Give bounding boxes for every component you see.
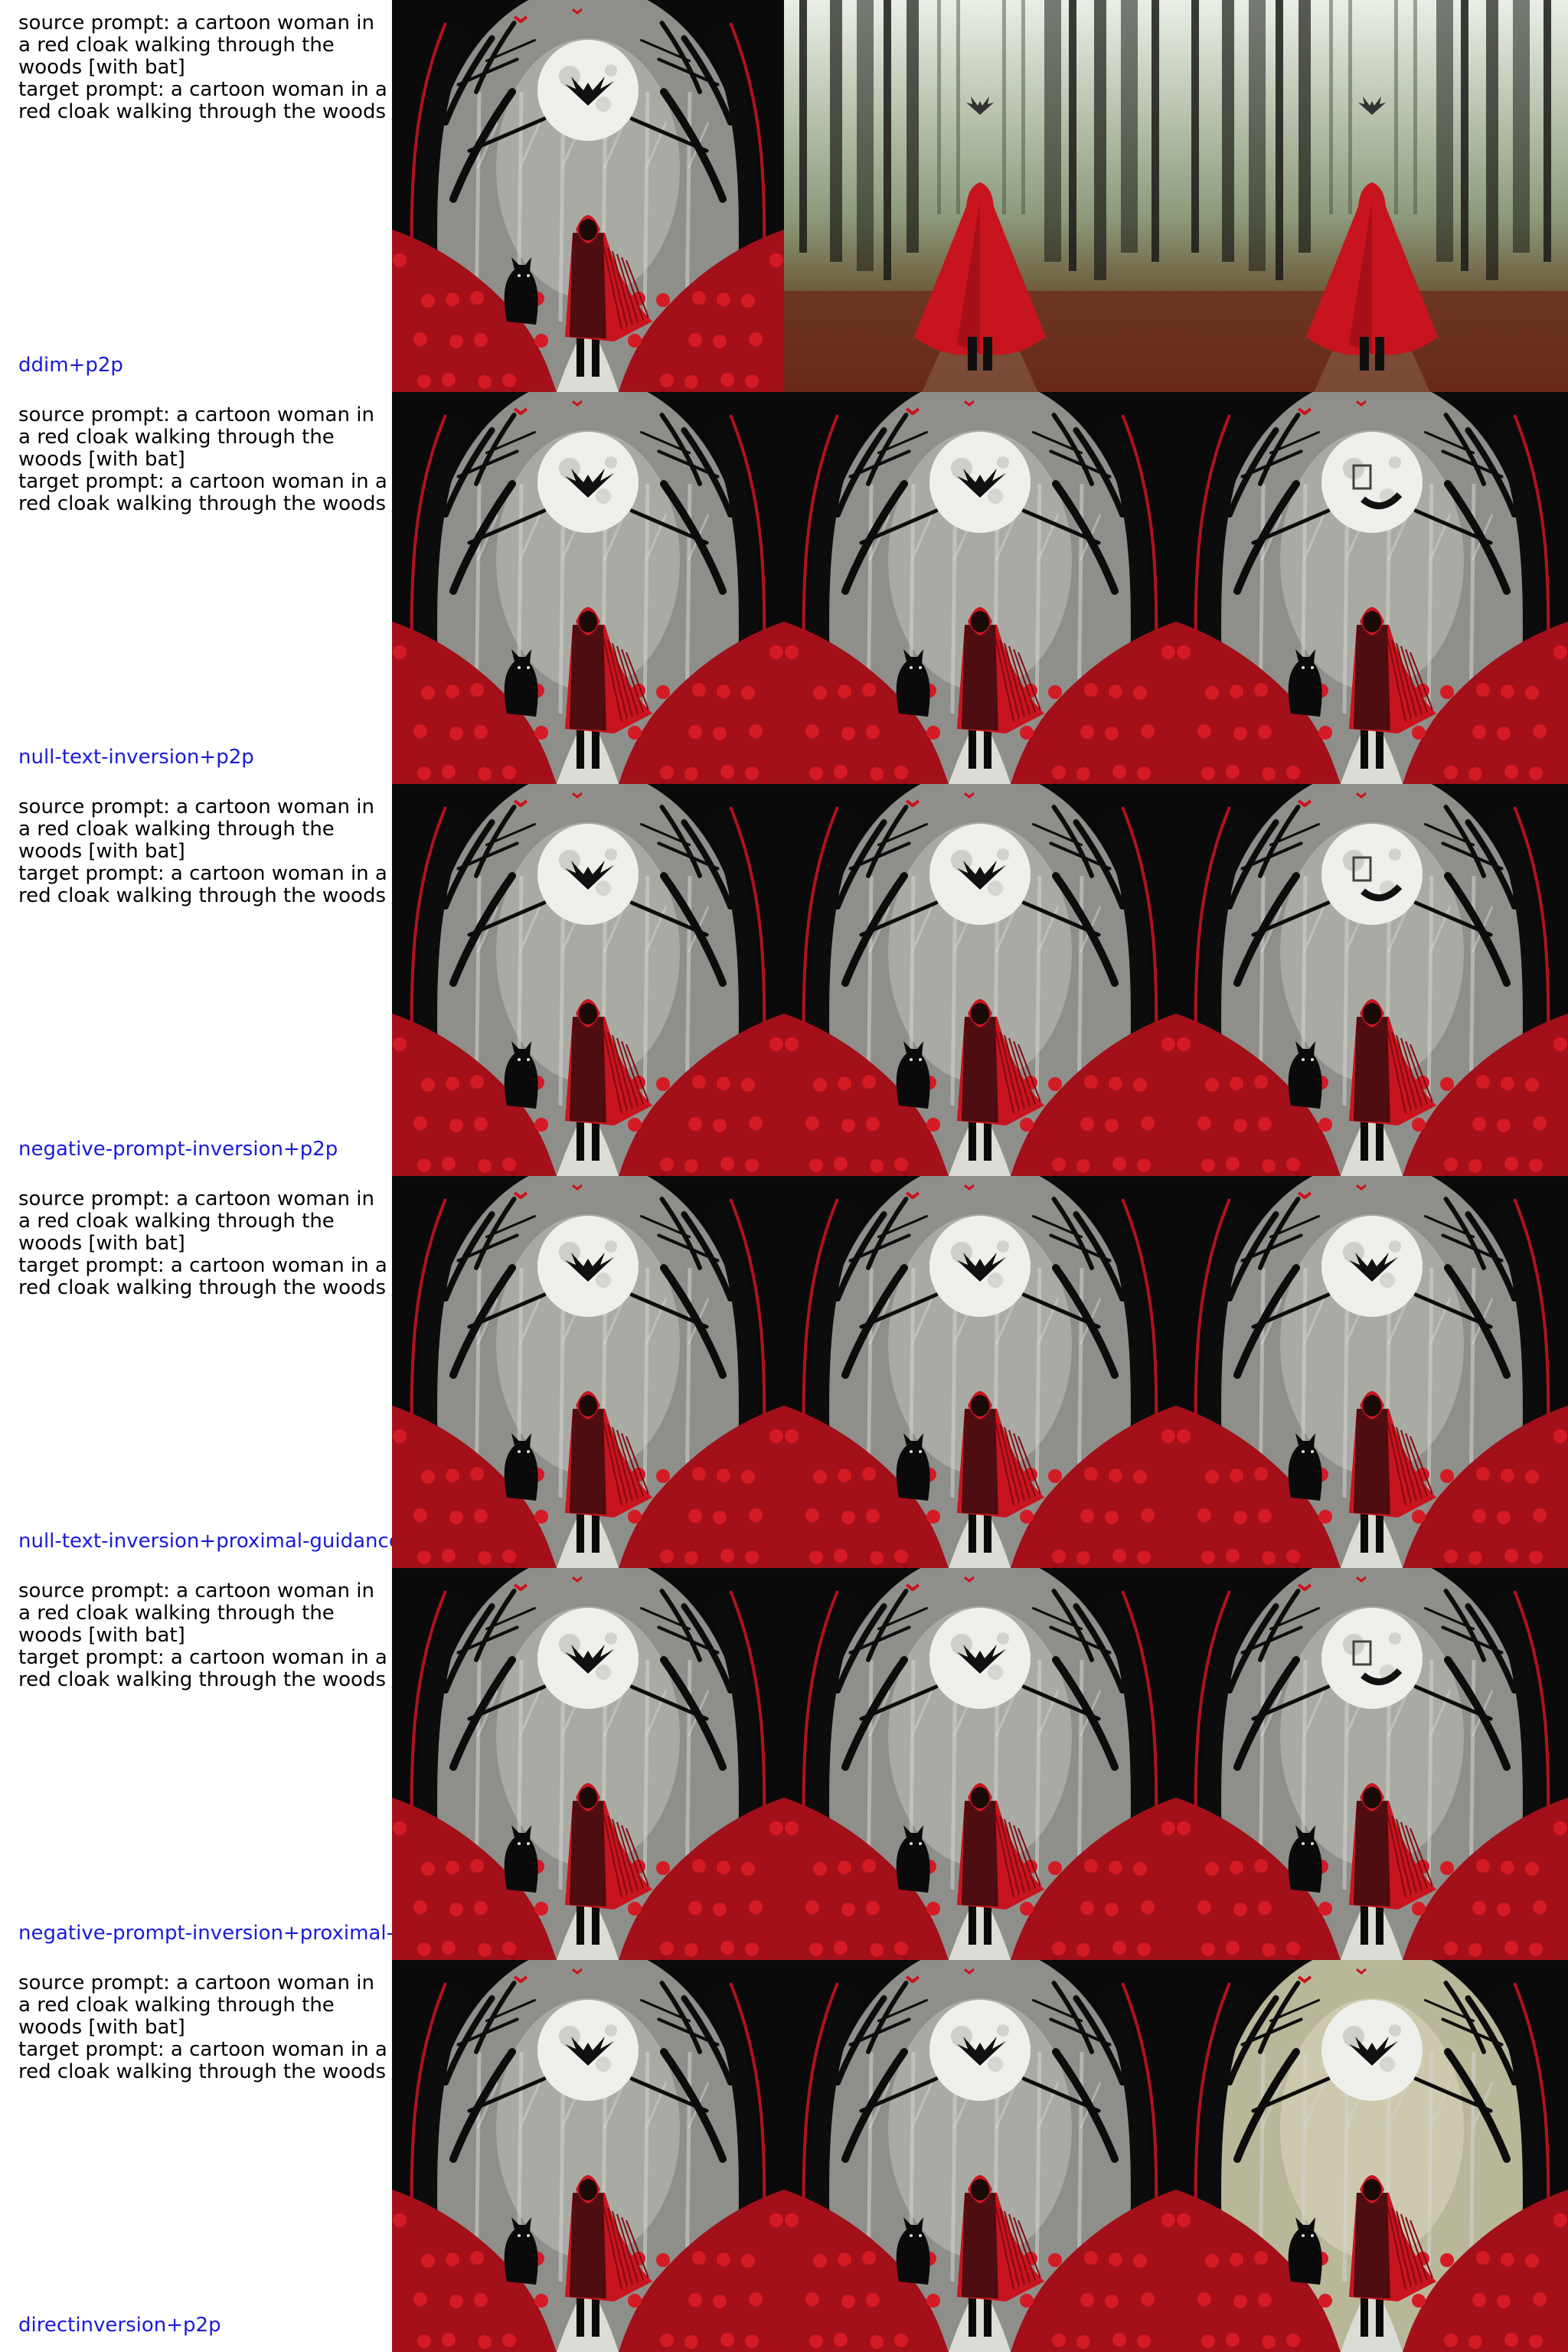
target-prompt: target prompt: a cartoon woman in a red … (18, 78, 394, 123)
comparison-row: source prompt: a cartoon woman in a red … (0, 1960, 1568, 2352)
row-label-column: source prompt: a cartoon woman in a red … (0, 784, 392, 1176)
edited-image (1176, 1960, 1568, 2352)
edited-image (1176, 1176, 1568, 1568)
row-label-column: source prompt: a cartoon woman in a red … (0, 392, 392, 784)
reconstructed-image (784, 0, 1176, 392)
target-prompt: target prompt: a cartoon woman in a red … (18, 1254, 394, 1299)
source-image (392, 0, 784, 392)
comparison-grid: source prompt: a cartoon woman in a red … (0, 0, 1568, 2352)
target-prompt: target prompt: a cartoon woman in a red … (18, 1646, 394, 1691)
edited-image (1176, 0, 1568, 392)
reconstructed-image (784, 1568, 1176, 1960)
comparison-row: source prompt: a cartoon woman in a red … (0, 1176, 1568, 1568)
prompt-text: source prompt: a cartoon woman in a red … (18, 1580, 390, 1691)
prompt-text: source prompt: a cartoon woman in a red … (18, 796, 390, 907)
prompt-text: source prompt: a cartoon woman in a red … (18, 1972, 390, 2083)
source-prompt: source prompt: a cartoon woman in a red … (18, 1579, 381, 1647)
edited-image (1176, 392, 1568, 784)
row-label-column: source prompt: a cartoon woman in a red … (0, 1176, 392, 1568)
row-label-column: source prompt: a cartoon woman in a red … (0, 0, 392, 392)
reconstructed-image (784, 392, 1176, 784)
source-prompt: source prompt: a cartoon woman in a red … (18, 1187, 381, 1255)
method-label: directinversion+p2p (18, 2314, 221, 2337)
comparison-row: source prompt: a cartoon woman in a red … (0, 1568, 1568, 1960)
prompt-text: source prompt: a cartoon woman in a red … (18, 404, 390, 515)
edited-image (1176, 784, 1568, 1176)
comparison-row: source prompt: a cartoon woman in a red … (0, 392, 1568, 784)
method-label: null-text-inversion+p2p (18, 746, 254, 769)
row-label-column: source prompt: a cartoon woman in a red … (0, 1568, 392, 1960)
source-image (392, 784, 784, 1176)
source-prompt: source prompt: a cartoon woman in a red … (18, 1971, 381, 2039)
comparison-row: source prompt: a cartoon woman in a red … (0, 0, 1568, 392)
source-image (392, 1960, 784, 2352)
source-image (392, 392, 784, 784)
source-image (392, 1568, 784, 1960)
target-prompt: target prompt: a cartoon woman in a red … (18, 862, 394, 907)
target-prompt: target prompt: a cartoon woman in a red … (18, 470, 394, 515)
method-label: null-text-inversion+proximal-guidance (18, 1530, 392, 1553)
prompt-text: source prompt: a cartoon woman in a red … (18, 1188, 390, 1299)
source-prompt: source prompt: a cartoon woman in a red … (18, 403, 381, 471)
source-prompt: source prompt: a cartoon woman in a red … (18, 795, 381, 863)
method-label: negative-prompt-inversion+p2p (18, 1138, 338, 1161)
reconstructed-image (784, 1176, 1176, 1568)
method-label: ddim+p2p (18, 354, 123, 377)
comparison-row: source prompt: a cartoon woman in a red … (0, 784, 1568, 1176)
prompt-text: source prompt: a cartoon woman in a red … (18, 12, 390, 123)
edited-image (1176, 1568, 1568, 1960)
reconstructed-image (784, 784, 1176, 1176)
source-image (392, 1176, 784, 1568)
source-prompt: source prompt: a cartoon woman in a red … (18, 11, 381, 79)
reconstructed-image (784, 1960, 1176, 2352)
method-label: negative-prompt-inversion+proximal-guida… (18, 1922, 392, 1945)
target-prompt: target prompt: a cartoon woman in a red … (18, 2038, 394, 2083)
row-label-column: source prompt: a cartoon woman in a red … (0, 1960, 392, 2352)
